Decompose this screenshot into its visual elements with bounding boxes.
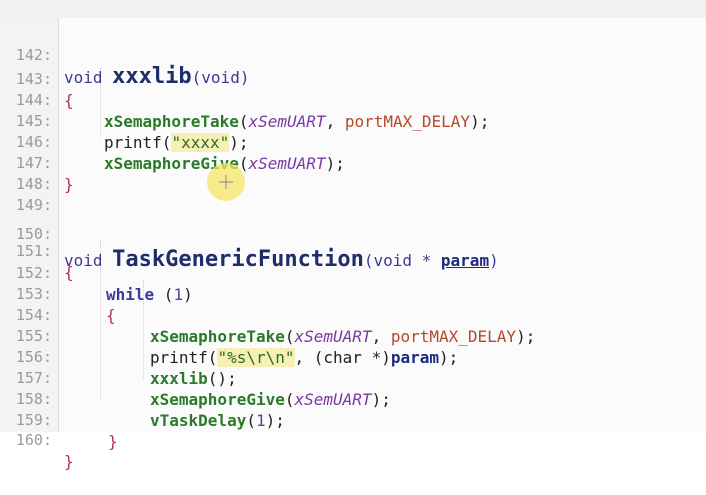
code-text: { <box>64 91 74 110</box>
code-text: } <box>64 175 74 194</box>
code-line[interactable]: 158: vTaskDelay(1); <box>0 366 285 430</box>
code-line[interactable]: 160: } <box>0 407 74 471</box>
line-number: 160: <box>15 431 52 449</box>
code-line[interactable]: 153: { <box>0 261 116 325</box>
code-line[interactable]: 151: { <box>0 218 74 282</box>
code-line[interactable]: 145: printf("xxxx"); <box>0 88 249 152</box>
code-line[interactable]: 147: } <box>0 130 74 194</box>
code-text: xxxlib(); <box>150 369 237 388</box>
code-line[interactable]: 154: xSemaphoreTake(xSemUART, portMAX_DE… <box>0 282 535 346</box>
code-text: xSemaphoreTake(xSemUART, portMAX_DELAY); <box>104 112 490 131</box>
code-line[interactable]: 146: xSemaphoreGive(xSemUART); <box>0 109 345 173</box>
gutter-divider <box>58 18 59 432</box>
code-line[interactable]: 143: { <box>0 46 74 110</box>
code-text: printf("%s\r\n", (char *)param); <box>150 348 459 367</box>
code-line[interactable]: 159: } <box>0 387 118 451</box>
code-text: void TaskGenericFunction(void * param) <box>64 247 499 272</box>
code-text: while (1) <box>106 285 193 304</box>
code-text: { <box>64 263 74 282</box>
code-text: { <box>106 306 116 325</box>
code-line[interactable]: 157: xSemaphoreGive(xSemUART); <box>0 345 391 409</box>
code-line[interactable]: 155: printf("%s\r\n", (char *)param); <box>0 303 458 367</box>
code-text: } <box>64 452 74 471</box>
code-text: xSemaphoreTake(xSemUART, portMAX_DELAY); <box>150 327 536 346</box>
code-text: void xxxlib(void) <box>64 64 250 89</box>
code-text: } <box>108 432 118 451</box>
editor-top-strip <box>0 0 706 18</box>
code-line[interactable]: 152: while (1) <box>0 240 193 304</box>
code-line[interactable]: 149: <box>0 172 52 214</box>
code-editor[interactable]: 142: void xxxlib(void) 143: { 144: xSema… <box>0 0 706 471</box>
code-text: printf("xxxx"); <box>104 133 249 152</box>
code-line[interactable]: 144: xSemaphoreTake(xSemUART, portMAX_DE… <box>0 67 489 131</box>
code-line[interactable]: 148: <box>0 151 52 193</box>
code-text: vTaskDelay(1); <box>150 411 285 430</box>
crosshair-cursor-icon <box>219 175 233 189</box>
code-line[interactable]: 142: void xxxlib(void) <box>0 22 250 88</box>
code-text: xSemaphoreGive(xSemUART); <box>150 390 391 409</box>
code-line[interactable]: 156: xxxlib(); <box>0 324 237 388</box>
